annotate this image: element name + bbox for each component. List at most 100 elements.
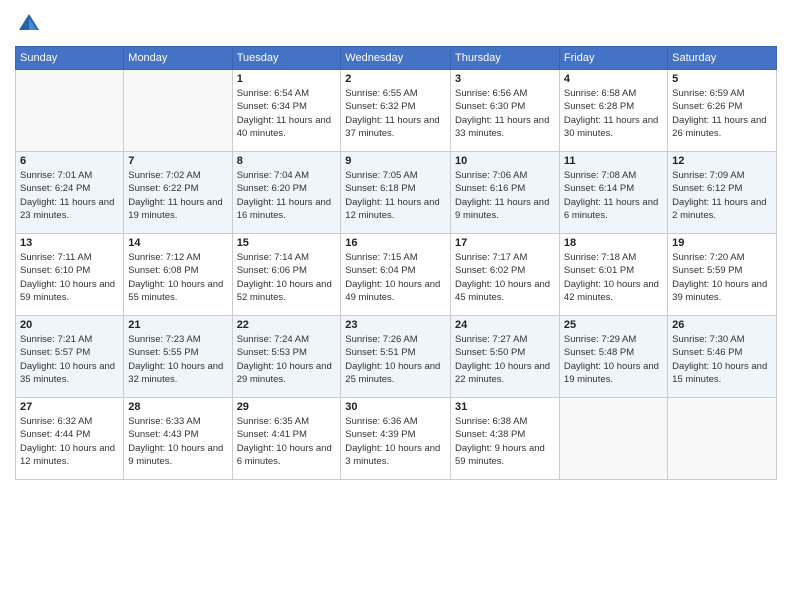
calendar-cell: 1 Sunrise: 6:54 AM Sunset: 6:34 PM Daylig… bbox=[232, 70, 341, 152]
day-number: 8 bbox=[237, 155, 337, 167]
week-row-3: 13 Sunrise: 7:11 AM Sunset: 6:10 PM Dayli… bbox=[16, 234, 777, 316]
day-info: Sunrise: 7:24 AM Sunset: 5:53 PM Dayligh… bbox=[237, 333, 337, 386]
day-info: Sunrise: 6:59 AM Sunset: 6:26 PM Dayligh… bbox=[672, 87, 772, 140]
day-info: Sunrise: 7:20 AM Sunset: 5:59 PM Dayligh… bbox=[672, 251, 772, 304]
day-number: 21 bbox=[128, 319, 227, 331]
day-number: 29 bbox=[237, 401, 337, 413]
day-info: Sunrise: 6:32 AM Sunset: 4:44 PM Dayligh… bbox=[20, 415, 119, 468]
weekday-header-saturday: Saturday bbox=[668, 47, 777, 70]
weekday-header-row: SundayMondayTuesdayWednesdayThursdayFrid… bbox=[16, 47, 777, 70]
calendar-cell: 21 Sunrise: 7:23 AM Sunset: 5:55 PM Dayli… bbox=[124, 316, 232, 398]
calendar-cell: 26 Sunrise: 7:30 AM Sunset: 5:46 PM Dayli… bbox=[668, 316, 777, 398]
calendar-cell: 25 Sunrise: 7:29 AM Sunset: 5:48 PM Dayli… bbox=[559, 316, 667, 398]
calendar-cell: 28 Sunrise: 6:33 AM Sunset: 4:43 PM Dayli… bbox=[124, 398, 232, 480]
day-number: 14 bbox=[128, 237, 227, 249]
day-number: 17 bbox=[455, 237, 555, 249]
day-number: 5 bbox=[672, 73, 772, 85]
day-info: Sunrise: 7:12 AM Sunset: 6:08 PM Dayligh… bbox=[128, 251, 227, 304]
weekday-header-monday: Monday bbox=[124, 47, 232, 70]
day-number: 24 bbox=[455, 319, 555, 331]
day-info: Sunrise: 7:11 AM Sunset: 6:10 PM Dayligh… bbox=[20, 251, 119, 304]
calendar-cell: 17 Sunrise: 7:17 AM Sunset: 6:02 PM Dayli… bbox=[451, 234, 560, 316]
day-number: 23 bbox=[345, 319, 446, 331]
calendar-cell: 18Sunrise: 7:18 AM Sunset: 6:01 PM Dayli… bbox=[559, 234, 667, 316]
calendar-cell: 11Sunrise: 7:08 AM Sunset: 6:14 PM Dayli… bbox=[559, 152, 667, 234]
day-number: 9 bbox=[345, 155, 446, 167]
week-row-4: 20Sunrise: 7:21 AM Sunset: 5:57 PM Dayli… bbox=[16, 316, 777, 398]
day-info: Sunrise: 6:38 AM Sunset: 4:38 PM Dayligh… bbox=[455, 415, 555, 468]
day-info: Sunrise: 7:29 AM Sunset: 5:48 PM Dayligh… bbox=[564, 333, 663, 386]
day-number: 25 bbox=[564, 319, 663, 331]
day-info: Sunrise: 7:23 AM Sunset: 5:55 PM Dayligh… bbox=[128, 333, 227, 386]
day-info: Sunrise: 7:15 AM Sunset: 6:04 PM Dayligh… bbox=[345, 251, 446, 304]
day-info: Sunrise: 6:33 AM Sunset: 4:43 PM Dayligh… bbox=[128, 415, 227, 468]
day-number: 19 bbox=[672, 237, 772, 249]
day-number: 31 bbox=[455, 401, 555, 413]
day-info: Sunrise: 7:26 AM Sunset: 5:51 PM Dayligh… bbox=[345, 333, 446, 386]
weekday-header-sunday: Sunday bbox=[16, 47, 124, 70]
week-row-1: 1 Sunrise: 6:54 AM Sunset: 6:34 PM Daylig… bbox=[16, 70, 777, 152]
day-info: Sunrise: 6:56 AM Sunset: 6:30 PM Dayligh… bbox=[455, 87, 555, 140]
calendar-cell: 8Sunrise: 7:04 AM Sunset: 6:20 PM Daylig… bbox=[232, 152, 341, 234]
day-number: 12 bbox=[672, 155, 772, 167]
calendar-cell: 27 Sunrise: 6:32 AM Sunset: 4:44 PM Dayli… bbox=[16, 398, 124, 480]
day-number: 2 bbox=[345, 73, 446, 85]
calendar-cell: 23 Sunrise: 7:26 AM Sunset: 5:51 PM Dayli… bbox=[341, 316, 451, 398]
day-info: Sunrise: 7:30 AM Sunset: 5:46 PM Dayligh… bbox=[672, 333, 772, 386]
calendar-cell: 29Sunrise: 6:35 AM Sunset: 4:41 PM Dayli… bbox=[232, 398, 341, 480]
logo-icon bbox=[15, 10, 43, 38]
page: SundayMondayTuesdayWednesdayThursdayFrid… bbox=[0, 0, 792, 612]
calendar-cell: 7 Sunrise: 7:02 AM Sunset: 6:22 PM Daylig… bbox=[124, 152, 232, 234]
day-info: Sunrise: 7:02 AM Sunset: 6:22 PM Dayligh… bbox=[128, 169, 227, 222]
calendar-cell: 5 Sunrise: 6:59 AM Sunset: 6:26 PM Daylig… bbox=[668, 70, 777, 152]
calendar-cell bbox=[124, 70, 232, 152]
day-number: 27 bbox=[20, 401, 119, 413]
day-number: 18 bbox=[564, 237, 663, 249]
day-number: 16 bbox=[345, 237, 446, 249]
day-number: 15 bbox=[237, 237, 337, 249]
weekday-header-friday: Friday bbox=[559, 47, 667, 70]
calendar-cell: 9 Sunrise: 7:05 AM Sunset: 6:18 PM Daylig… bbox=[341, 152, 451, 234]
calendar-cell: 13 Sunrise: 7:11 AM Sunset: 6:10 PM Dayli… bbox=[16, 234, 124, 316]
calendar-cell: 16 Sunrise: 7:15 AM Sunset: 6:04 PM Dayli… bbox=[341, 234, 451, 316]
weekday-header-tuesday: Tuesday bbox=[232, 47, 341, 70]
day-info: Sunrise: 7:01 AM Sunset: 6:24 PM Dayligh… bbox=[20, 169, 119, 222]
calendar: SundayMondayTuesdayWednesdayThursdayFrid… bbox=[15, 46, 777, 480]
day-info: Sunrise: 7:05 AM Sunset: 6:18 PM Dayligh… bbox=[345, 169, 446, 222]
day-number: 6 bbox=[20, 155, 119, 167]
day-number: 26 bbox=[672, 319, 772, 331]
calendar-cell: 20Sunrise: 7:21 AM Sunset: 5:57 PM Dayli… bbox=[16, 316, 124, 398]
calendar-cell: 14 Sunrise: 7:12 AM Sunset: 6:08 PM Dayli… bbox=[124, 234, 232, 316]
day-info: Sunrise: 7:06 AM Sunset: 6:16 PM Dayligh… bbox=[455, 169, 555, 222]
day-info: Sunrise: 7:14 AM Sunset: 6:06 PM Dayligh… bbox=[237, 251, 337, 304]
day-number: 10 bbox=[455, 155, 555, 167]
calendar-cell: 4Sunrise: 6:58 AM Sunset: 6:28 PM Daylig… bbox=[559, 70, 667, 152]
week-row-2: 6 Sunrise: 7:01 AM Sunset: 6:24 PM Daylig… bbox=[16, 152, 777, 234]
day-number: 28 bbox=[128, 401, 227, 413]
day-number: 1 bbox=[237, 73, 337, 85]
weekday-header-thursday: Thursday bbox=[451, 47, 560, 70]
day-number: 13 bbox=[20, 237, 119, 249]
logo bbox=[15, 10, 45, 38]
calendar-cell: 31 Sunrise: 6:38 AM Sunset: 4:38 PM Dayli… bbox=[451, 398, 560, 480]
calendar-cell: 19 Sunrise: 7:20 AM Sunset: 5:59 PM Dayli… bbox=[668, 234, 777, 316]
calendar-cell: 6 Sunrise: 7:01 AM Sunset: 6:24 PM Daylig… bbox=[16, 152, 124, 234]
calendar-cell: 22 Sunrise: 7:24 AM Sunset: 5:53 PM Dayli… bbox=[232, 316, 341, 398]
day-info: Sunrise: 6:54 AM Sunset: 6:34 PM Dayligh… bbox=[237, 87, 337, 140]
day-number: 7 bbox=[128, 155, 227, 167]
day-number: 4 bbox=[564, 73, 663, 85]
day-info: Sunrise: 7:09 AM Sunset: 6:12 PM Dayligh… bbox=[672, 169, 772, 222]
day-number: 30 bbox=[345, 401, 446, 413]
calendar-cell bbox=[559, 398, 667, 480]
calendar-cell: 24Sunrise: 7:27 AM Sunset: 5:50 PM Dayli… bbox=[451, 316, 560, 398]
day-info: Sunrise: 6:55 AM Sunset: 6:32 PM Dayligh… bbox=[345, 87, 446, 140]
calendar-cell bbox=[16, 70, 124, 152]
calendar-cell: 12 Sunrise: 7:09 AM Sunset: 6:12 PM Dayli… bbox=[668, 152, 777, 234]
calendar-cell: 30Sunrise: 6:36 AM Sunset: 4:39 PM Dayli… bbox=[341, 398, 451, 480]
day-number: 11 bbox=[564, 155, 663, 167]
day-number: 22 bbox=[237, 319, 337, 331]
calendar-cell: 10 Sunrise: 7:06 AM Sunset: 6:16 PM Dayli… bbox=[451, 152, 560, 234]
calendar-cell bbox=[668, 398, 777, 480]
day-info: Sunrise: 7:17 AM Sunset: 6:02 PM Dayligh… bbox=[455, 251, 555, 304]
calendar-cell: 2 Sunrise: 6:55 AM Sunset: 6:32 PM Daylig… bbox=[341, 70, 451, 152]
